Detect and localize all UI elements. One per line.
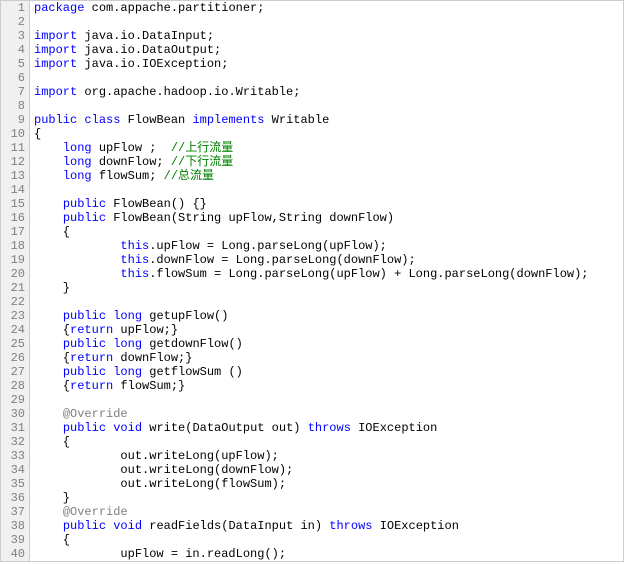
code-line[interactable] [34, 71, 623, 85]
line-number: 37 [3, 505, 25, 519]
line-number: 5 [3, 57, 25, 71]
line-number: 19 [3, 253, 25, 267]
code-line[interactable]: @Override [34, 505, 623, 519]
code-line[interactable]: { [34, 225, 623, 239]
code-line[interactable] [34, 99, 623, 113]
code-line[interactable]: this.flowSum = Long.parseLong(upFlow) + … [34, 267, 623, 281]
line-number: 7 [3, 85, 25, 99]
code-line[interactable]: import org.apache.hadoop.io.Writable; [34, 85, 623, 99]
code-line[interactable]: {return upFlow;} [34, 323, 623, 337]
code-line[interactable]: { [34, 435, 623, 449]
line-number: 29 [3, 393, 25, 407]
line-number: 27 [3, 365, 25, 379]
code-line[interactable]: { [34, 533, 623, 547]
line-number: 12 [3, 155, 25, 169]
line-number: 15 [3, 197, 25, 211]
code-line[interactable] [34, 295, 623, 309]
line-number: 24 [3, 323, 25, 337]
line-number: 33 [3, 449, 25, 463]
line-number: 16 [3, 211, 25, 225]
code-line[interactable]: public void readFields(DataInput in) thr… [34, 519, 623, 533]
code-line[interactable]: long upFlow ; //上行流量 [34, 141, 623, 155]
line-number: 3 [3, 29, 25, 43]
code-line[interactable]: { [34, 127, 623, 141]
line-number: 8 [3, 99, 25, 113]
code-line[interactable]: out.writeLong(upFlow); [34, 449, 623, 463]
code-line[interactable]: long flowSum; //总流量 [34, 169, 623, 183]
code-line[interactable]: import java.io.DataOutput; [34, 43, 623, 57]
code-line[interactable]: package com.appache.partitioner; [34, 1, 623, 15]
code-line[interactable]: public FlowBean(String upFlow,String dow… [34, 211, 623, 225]
line-number: 10 [3, 127, 25, 141]
line-number: 18 [3, 239, 25, 253]
line-number: 14 [3, 183, 25, 197]
code-line[interactable]: long downFlow; //下行流量 [34, 155, 623, 169]
line-number: 39 [3, 533, 25, 547]
code-line[interactable]: this.upFlow = Long.parseLong(upFlow); [34, 239, 623, 253]
line-number: 1 [3, 1, 25, 15]
line-number: 34 [3, 463, 25, 477]
code-line[interactable]: public long getdownFlow() [34, 337, 623, 351]
code-line[interactable]: } [34, 491, 623, 505]
line-number: 35 [3, 477, 25, 491]
line-number: 21 [3, 281, 25, 295]
line-number: 20 [3, 267, 25, 281]
line-number: 28 [3, 379, 25, 393]
code-line[interactable]: upFlow = in.readLong(); [34, 547, 623, 561]
code-line[interactable]: out.writeLong(downFlow); [34, 463, 623, 477]
line-number: 30 [3, 407, 25, 421]
line-number: 22 [3, 295, 25, 309]
line-number: 26 [3, 351, 25, 365]
code-line[interactable]: import java.io.IOException; [34, 57, 623, 71]
code-line[interactable]: this.downFlow = Long.parseLong(downFlow)… [34, 253, 623, 267]
line-number: 23 [3, 309, 25, 323]
line-number: 32 [3, 435, 25, 449]
code-line[interactable] [34, 183, 623, 197]
code-editor: 1234567891011121314151617181920212223242… [0, 0, 624, 562]
code-line[interactable]: out.writeLong(flowSum); [34, 477, 623, 491]
line-number: 38 [3, 519, 25, 533]
code-line[interactable]: @Override [34, 407, 623, 421]
line-number: 4 [3, 43, 25, 57]
code-line[interactable]: public void write(DataOutput out) throws… [34, 421, 623, 435]
code-area[interactable]: package com.appache.partitioner; import … [30, 1, 623, 561]
code-line[interactable]: {return flowSum;} [34, 379, 623, 393]
code-line[interactable] [34, 15, 623, 29]
code-line[interactable]: import java.io.DataInput; [34, 29, 623, 43]
line-number: 9 [3, 113, 25, 127]
line-number: 2 [3, 15, 25, 29]
code-line[interactable]: public long getflowSum () [34, 365, 623, 379]
line-number: 40 [3, 547, 25, 561]
code-line[interactable]: public long getupFlow() [34, 309, 623, 323]
line-number: 11 [3, 141, 25, 155]
code-line[interactable] [34, 393, 623, 407]
line-number: 6 [3, 71, 25, 85]
line-number: 31 [3, 421, 25, 435]
line-number: 25 [3, 337, 25, 351]
code-line[interactable]: public FlowBean() {} [34, 197, 623, 211]
code-line[interactable]: {return downFlow;} [34, 351, 623, 365]
code-line[interactable]: public class FlowBean implements Writabl… [34, 113, 623, 127]
line-number-gutter: 1234567891011121314151617181920212223242… [1, 1, 30, 561]
code-line[interactable]: } [34, 281, 623, 295]
line-number: 13 [3, 169, 25, 183]
line-number: 36 [3, 491, 25, 505]
line-number: 17 [3, 225, 25, 239]
